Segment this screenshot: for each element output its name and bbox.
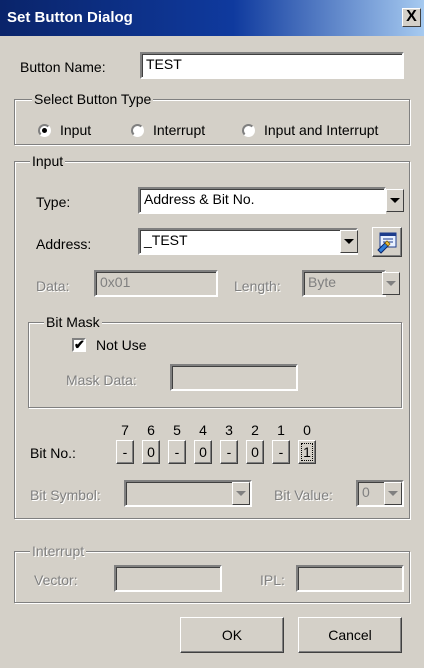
radio-input-and-interrupt[interactable] (242, 124, 255, 137)
bit-2-toggle[interactable]: 0 (246, 440, 264, 464)
address-label: Address: (36, 236, 92, 252)
window-title: Set Button Dialog (7, 9, 133, 26)
length-dropdown-button[interactable] (382, 272, 400, 295)
checkmark-icon: ✔ (74, 337, 85, 352)
bit-symbol-dropdown-button[interactable] (232, 482, 250, 505)
address-dropdown-button[interactable] (340, 230, 358, 253)
length-label: Length: (234, 278, 281, 294)
mask-data-field[interactable] (170, 364, 298, 391)
data-label: Data: (36, 278, 70, 294)
bit-symbol-label: Bit Symbol: (30, 487, 101, 503)
bit-7-toggle[interactable]: - (116, 440, 134, 464)
button-name-label: Button Name: (20, 59, 106, 75)
bit-number: 5 (173, 422, 181, 438)
bit-4-toggle[interactable]: 0 (194, 440, 212, 464)
type-select[interactable]: Address & Bit No. (138, 187, 386, 214)
chevron-down-icon (388, 491, 398, 496)
bit-1-toggle[interactable]: - (272, 440, 290, 464)
address-combo[interactable]: _TEST (138, 228, 358, 255)
chevron-down-icon (344, 239, 354, 244)
radio-input-and-interrupt-label[interactable]: Input and Interrupt (264, 122, 378, 138)
chevron-down-icon (386, 281, 396, 286)
mask-data-label: Mask Data: (66, 372, 137, 388)
input-group-title: Input (30, 153, 66, 169)
radio-input[interactable] (38, 124, 51, 137)
radio-interrupt[interactable] (131, 124, 144, 137)
address-browse-button[interactable] (372, 227, 402, 257)
bit-3-toggle[interactable]: - (220, 440, 238, 464)
bit-number: 6 (147, 422, 155, 438)
interrupt-group-title: Interrupt (30, 543, 87, 559)
bit-value-label: Bit Value: (274, 487, 333, 503)
button-type-group-title: Select Button Type (32, 91, 154, 107)
not-use-label[interactable]: Not Use (96, 337, 147, 353)
browse-icon (377, 232, 397, 254)
bit-number: 2 (251, 422, 259, 438)
chevron-down-icon (390, 198, 400, 203)
type-dropdown-button[interactable] (386, 189, 404, 212)
bit-number: 0 (303, 422, 311, 438)
not-use-checkbox[interactable]: ✔ (72, 338, 86, 352)
bit-no-label: Bit No.: (30, 445, 76, 461)
bit-number: 1 (277, 422, 285, 438)
chevron-down-icon (236, 491, 246, 496)
ipl-label: IPL: (260, 572, 285, 588)
vector-label: Vector: (34, 572, 78, 588)
title-bar: Set Button Dialog X (0, 0, 424, 36)
radio-interrupt-label[interactable]: Interrupt (153, 122, 205, 138)
data-field[interactable]: 0x01 (94, 270, 218, 297)
bit-6-toggle[interactable]: 0 (142, 440, 160, 464)
close-icon[interactable]: X (402, 8, 421, 27)
bitmask-group-title: Bit Mask (44, 314, 102, 330)
type-label: Type: (36, 194, 71, 210)
bit-value-dropdown-button[interactable] (384, 482, 402, 505)
bit-5-toggle[interactable]: - (168, 440, 186, 464)
cancel-button[interactable]: Cancel (298, 617, 402, 653)
ipl-field[interactable] (296, 565, 404, 592)
bit-number: 7 (121, 422, 129, 438)
vector-field[interactable] (114, 565, 222, 592)
bit-0-toggle[interactable]: 1 (298, 440, 316, 464)
ok-button[interactable]: OK (180, 617, 284, 653)
bit-number: 4 (199, 422, 207, 438)
length-select[interactable]: Byte (302, 270, 386, 297)
radio-input-label[interactable]: Input (60, 122, 91, 138)
button-name-input[interactable]: TEST (140, 52, 404, 79)
bit-number: 3 (225, 422, 233, 438)
